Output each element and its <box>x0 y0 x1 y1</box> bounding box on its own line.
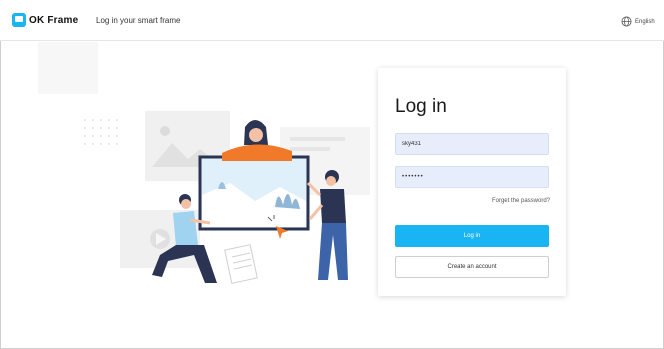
dot-pattern <box>84 119 118 145</box>
username-field[interactable] <box>395 133 549 155</box>
language-label: English <box>635 18 655 25</box>
password-field[interactable] <box>395 166 549 188</box>
login-button[interactable]: Log in <box>395 225 549 247</box>
create-account-button[interactable]: Create an account <box>395 256 549 278</box>
brand-logo[interactable]: OK Frame <box>12 13 78 27</box>
header-title: Log in your smart frame <box>96 16 181 25</box>
language-selector[interactable]: English <box>621 16 655 27</box>
people-holding-frame-illustration <box>84 111 370 284</box>
globe-icon <box>621 16 632 27</box>
top-bar: OK Frame Log in your smart frame English <box>0 0 664 41</box>
login-heading: Log in <box>395 96 447 117</box>
frame-logo-icon <box>12 13 26 27</box>
background-shape <box>38 42 98 94</box>
login-card: Log in Forget the password? Log in Creat… <box>378 68 566 296</box>
logo-text: OK Frame <box>29 14 79 26</box>
forgot-password-link[interactable]: Forget the password? <box>492 198 550 204</box>
